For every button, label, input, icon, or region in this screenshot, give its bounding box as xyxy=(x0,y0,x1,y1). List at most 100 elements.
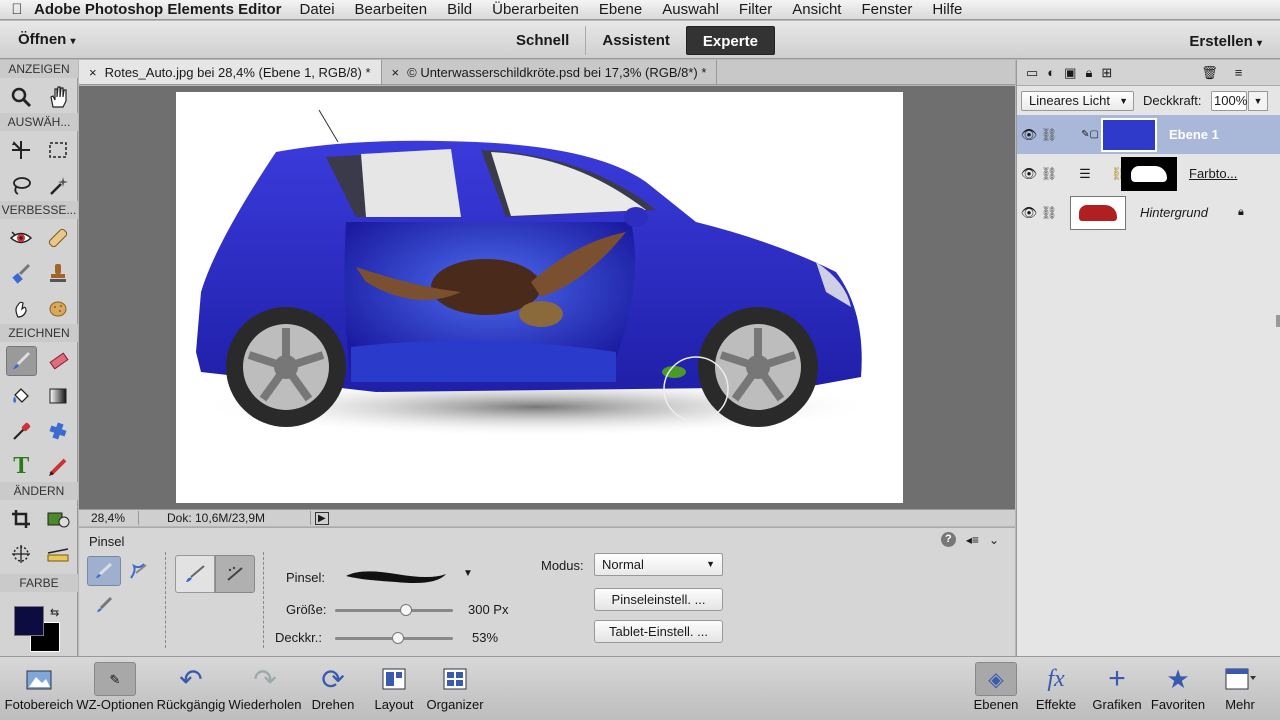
size-slider[interactable] xyxy=(335,604,453,616)
eye-icon[interactable]: 👁︎ xyxy=(1019,127,1039,143)
custom-shape-icon[interactable] xyxy=(43,416,74,446)
brush-variant-button[interactable] xyxy=(87,556,121,586)
move-tool-icon[interactable] xyxy=(6,135,37,165)
brush-mode-button[interactable] xyxy=(175,555,215,593)
tab-experte[interactable]: Experte xyxy=(685,26,775,55)
close-icon[interactable]: × xyxy=(392,65,400,80)
eye-icon[interactable]: 👁︎ xyxy=(1019,166,1039,182)
link-icon[interactable]: ⛓︎ xyxy=(1039,205,1059,221)
help-icon[interactable]: ? xyxy=(940,532,956,547)
apple-icon[interactable]:  xyxy=(0,1,34,18)
photo-bin-button[interactable]: Fotobereich xyxy=(3,661,75,712)
chevron-down-icon[interactable]: ⌄ xyxy=(989,533,999,547)
blend-mode-select[interactable]: Lineares Licht ▼ xyxy=(1021,91,1134,111)
play-arrow-icon[interactable]: ▶ xyxy=(315,511,329,525)
menu-ebene[interactable]: Ebene xyxy=(599,1,642,18)
tool-options-button[interactable]: ✎ WZ-Optionen xyxy=(75,661,155,712)
zoom-tool-icon[interactable] xyxy=(6,82,37,112)
marquee-tool-icon[interactable] xyxy=(43,135,74,165)
healing-brush-icon[interactable] xyxy=(43,223,74,253)
menu-bild[interactable]: Bild xyxy=(447,1,472,18)
lasso-tool-icon[interactable] xyxy=(6,170,37,200)
new-layer-icon[interactable]: ▭ xyxy=(1026,65,1038,81)
menu-bearbeiten[interactable]: Bearbeiten xyxy=(355,1,428,18)
layer-name[interactable]: Farbto... xyxy=(1189,166,1237,181)
undo-button[interactable]: ↶ Rückgängig xyxy=(155,661,227,713)
content-aware-move-icon[interactable] xyxy=(6,539,37,569)
recompose-tool-icon[interactable] xyxy=(43,504,74,534)
graphics-button[interactable]: + Grafiken xyxy=(1088,661,1146,712)
airbrush-mode-button[interactable] xyxy=(215,555,255,593)
lock-all-icon[interactable]: 🔒︎ xyxy=(1085,65,1092,81)
sponge-tool-icon[interactable] xyxy=(43,293,74,323)
size-slider-knob[interactable] xyxy=(399,604,412,616)
menu-auswahl[interactable]: Auswahl xyxy=(662,1,719,18)
brush-tool-icon[interactable] xyxy=(6,346,37,376)
organizer-button[interactable]: Organizer xyxy=(423,661,487,712)
brush-settings-button[interactable]: Pinseleinstell. ... xyxy=(594,588,723,611)
tab-document-1[interactable]: × Rotes_Auto.jpg bei 28,4% (Ebene 1, RGB/… xyxy=(79,60,382,84)
rotate-button[interactable]: ⟳ Drehen xyxy=(303,661,363,713)
red-eye-tool-icon[interactable] xyxy=(6,223,37,253)
hand-tool-icon[interactable] xyxy=(43,82,74,112)
link-icon[interactable]: ⛓︎ xyxy=(1039,166,1059,182)
tablet-settings-button[interactable]: Tablet-Einstell. ... xyxy=(594,620,723,643)
create-button[interactable]: Erstellen ▾ xyxy=(1189,33,1262,50)
opacity-dropdown-icon[interactable]: ▼ xyxy=(1248,91,1268,111)
layer-name[interactable]: Hintergrund xyxy=(1140,205,1208,220)
clone-stamp-icon[interactable] xyxy=(43,258,74,288)
favorites-button[interactable]: ★ Favoriten xyxy=(1146,661,1210,713)
menu-datei[interactable]: Datei xyxy=(300,1,335,18)
close-icon[interactable]: × xyxy=(89,65,97,80)
magic-wand-icon[interactable] xyxy=(43,170,74,200)
layer-mask-icon[interactable]: ▣ xyxy=(1064,65,1076,81)
color-replacement-button[interactable] xyxy=(89,590,119,620)
crop-tool-icon[interactable] xyxy=(6,504,37,534)
lock-transparent-icon[interactable]: ⊞ xyxy=(1101,65,1112,81)
pencil-tool-icon[interactable] xyxy=(43,451,74,481)
menu-ueberarbeiten[interactable]: Überarbeiten xyxy=(492,1,579,18)
link-icon[interactable]: ⛓︎ xyxy=(1039,127,1059,143)
menu-fenster[interactable]: Fenster xyxy=(861,1,912,18)
gradient-tool-icon[interactable] xyxy=(43,381,74,411)
eyedropper-icon[interactable] xyxy=(6,416,37,446)
menu-filter[interactable]: Filter xyxy=(739,1,772,18)
mode-select[interactable]: Normal ▼ xyxy=(594,553,723,576)
foreground-color-swatch[interactable] xyxy=(14,606,44,636)
tab-assistent[interactable]: Assistent xyxy=(586,26,686,55)
app-name[interactable]: Adobe Photoshop Elements Editor xyxy=(34,1,282,18)
adjustment-layer-icon[interactable]: ◐ xyxy=(1047,65,1055,80)
trash-icon[interactable]: 🗑︎ xyxy=(1201,65,1218,81)
layer-name[interactable]: Ebene 1 xyxy=(1169,127,1219,142)
redo-button[interactable]: ↷ Wiederholen xyxy=(227,661,303,713)
panel-menu-icon[interactable]: ◂≡ xyxy=(966,533,979,547)
size-value[interactable]: 300 Px xyxy=(468,602,508,617)
open-button[interactable]: Öffnen ▾ xyxy=(18,31,76,48)
layer-opacity-input[interactable]: 100% xyxy=(1211,91,1247,111)
effects-button[interactable]: fx Effekte xyxy=(1028,661,1084,713)
document-canvas[interactable] xyxy=(176,92,903,503)
panel-menu-icon[interactable]: ≡ xyxy=(1235,65,1243,80)
brush-dropdown-icon[interactable]: ▼ xyxy=(463,568,473,579)
zoom-level[interactable]: 28,4% xyxy=(79,511,139,525)
impressionist-brush-button[interactable] xyxy=(123,556,153,586)
eraser-tool-icon[interactable] xyxy=(43,346,73,376)
layer-row-ebene-1[interactable]: 👁︎ ⛓︎ ✎▢ Ebene 1 xyxy=(1017,115,1280,154)
smudge-tool-icon[interactable] xyxy=(6,293,37,323)
tab-document-2[interactable]: × © Unterwasserschildkröte.psd bei 17,3% … xyxy=(382,60,718,84)
scrollbar-thumb[interactable] xyxy=(1276,315,1280,327)
opacity-slider-knob[interactable] xyxy=(391,632,404,644)
opacity-value[interactable]: 53% xyxy=(472,630,498,645)
brush-preset-picker[interactable] xyxy=(341,564,451,588)
straighten-tool-icon[interactable] xyxy=(43,539,74,569)
tab-schnell[interactable]: Schnell xyxy=(500,26,587,55)
paint-bucket-icon[interactable] xyxy=(6,381,37,411)
canvas-area[interactable] xyxy=(79,86,1015,509)
more-button[interactable]: Mehr xyxy=(1212,661,1268,712)
smart-brush-icon[interactable] xyxy=(6,258,37,288)
swap-colors-icon[interactable]: ⇆ xyxy=(50,606,59,619)
layer-row-hintergrund[interactable]: 👁︎ ⛓︎ Hintergrund 🔒︎ xyxy=(1017,193,1280,232)
opacity-slider[interactable] xyxy=(335,632,453,644)
menu-hilfe[interactable]: Hilfe xyxy=(932,1,962,18)
eye-icon[interactable]: 👁︎ xyxy=(1019,205,1039,221)
